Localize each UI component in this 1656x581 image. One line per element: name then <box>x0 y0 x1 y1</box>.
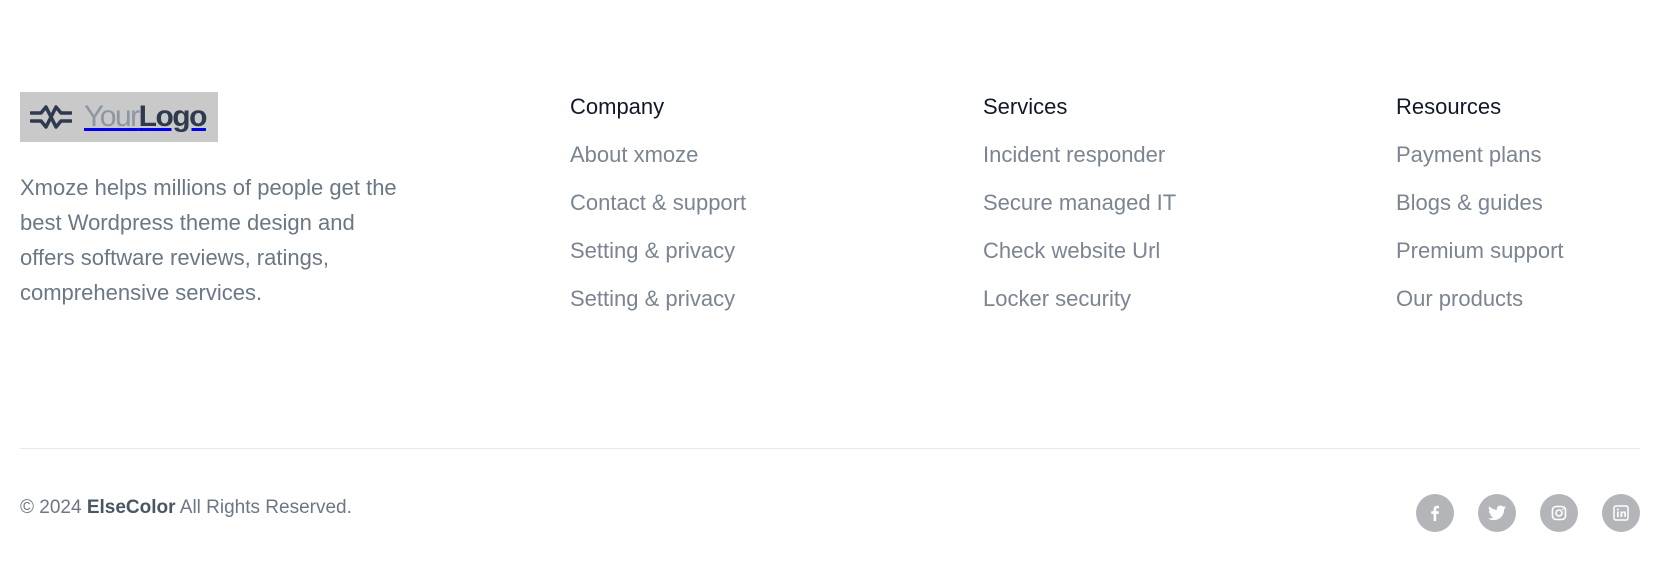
facebook-icon <box>1431 505 1439 521</box>
footer-column-services: Services Incident responder Secure manag… <box>983 92 1176 332</box>
copyright-prefix: © 2024 <box>20 497 82 518</box>
company-link-list: About xmoze Contact & support Setting & … <box>570 140 746 332</box>
footer-brand: YourLogo Xmoze helps millions of people … <box>20 92 410 310</box>
logo-mark-icon <box>30 105 72 129</box>
footer-divider <box>20 448 1640 449</box>
link-our-products[interactable]: Our products <box>1396 286 1523 311</box>
instagram-icon <box>1551 505 1567 521</box>
list-item: Blogs & guides <box>1396 188 1564 236</box>
link-check-website-url[interactable]: Check website Url <box>983 238 1160 263</box>
resources-link-list: Payment plans Blogs & guides Premium sup… <box>1396 140 1564 332</box>
list-item: Premium support <box>1396 236 1564 284</box>
logo-text-your: Your <box>84 100 140 133</box>
site-footer: YourLogo Xmoze helps millions of people … <box>0 0 1656 581</box>
link-locker-security[interactable]: Locker security <box>983 286 1131 311</box>
footer-column-resources: Resources Payment plans Blogs & guides P… <box>1396 92 1564 332</box>
company-name-link[interactable]: ElseColor <box>87 497 176 518</box>
footer-column-company: Company About xmoze Contact & support Se… <box>570 92 746 332</box>
list-item: Incident responder <box>983 140 1176 188</box>
twitter-button[interactable] <box>1478 494 1516 532</box>
social-links <box>1416 494 1640 532</box>
linkedin-icon <box>1613 505 1629 521</box>
list-item: Payment plans <box>1396 140 1564 188</box>
logo-wordmark: YourLogo <box>84 100 208 133</box>
copyright-suffix: All Rights Reserved. <box>179 497 352 518</box>
instagram-button[interactable] <box>1540 494 1578 532</box>
link-setting-privacy-2[interactable]: Setting & privacy <box>570 286 735 311</box>
services-link-list: Incident responder Secure managed IT Che… <box>983 140 1176 332</box>
column-title-services: Services <box>983 94 1068 119</box>
list-item: Check website Url <box>983 236 1176 284</box>
list-item: Setting & privacy <box>570 236 746 284</box>
list-item: About xmoze <box>570 140 746 188</box>
link-about-xmoze[interactable]: About xmoze <box>570 142 698 167</box>
list-item: Our products <box>1396 284 1564 332</box>
brand-description: Xmoze helps millions of people get the b… <box>20 175 397 305</box>
list-item: Setting & privacy <box>570 284 746 332</box>
column-title-resources: Resources <box>1396 94 1502 119</box>
link-secure-managed-it[interactable]: Secure managed IT <box>983 190 1176 215</box>
list-item: Locker security <box>983 284 1176 332</box>
logo-text-logo: Logo <box>138 100 208 133</box>
facebook-button[interactable] <box>1416 494 1454 532</box>
link-incident-responder[interactable]: Incident responder <box>983 142 1165 167</box>
copyright-text: © 2024 ElseColor All Rights Reserved. <box>20 496 352 520</box>
link-blogs-guides[interactable]: Blogs & guides <box>1396 190 1543 215</box>
link-premium-support[interactable]: Premium support <box>1396 238 1564 263</box>
column-title-company: Company <box>570 94 665 119</box>
twitter-icon <box>1488 505 1506 521</box>
link-setting-privacy[interactable]: Setting & privacy <box>570 238 735 263</box>
linkedin-button[interactable] <box>1602 494 1640 532</box>
link-contact-support[interactable]: Contact & support <box>570 190 746 215</box>
list-item: Contact & support <box>570 188 746 236</box>
list-item: Secure managed IT <box>983 188 1176 236</box>
link-payment-plans[interactable]: Payment plans <box>1396 142 1542 167</box>
logo-link[interactable]: YourLogo <box>20 92 218 142</box>
